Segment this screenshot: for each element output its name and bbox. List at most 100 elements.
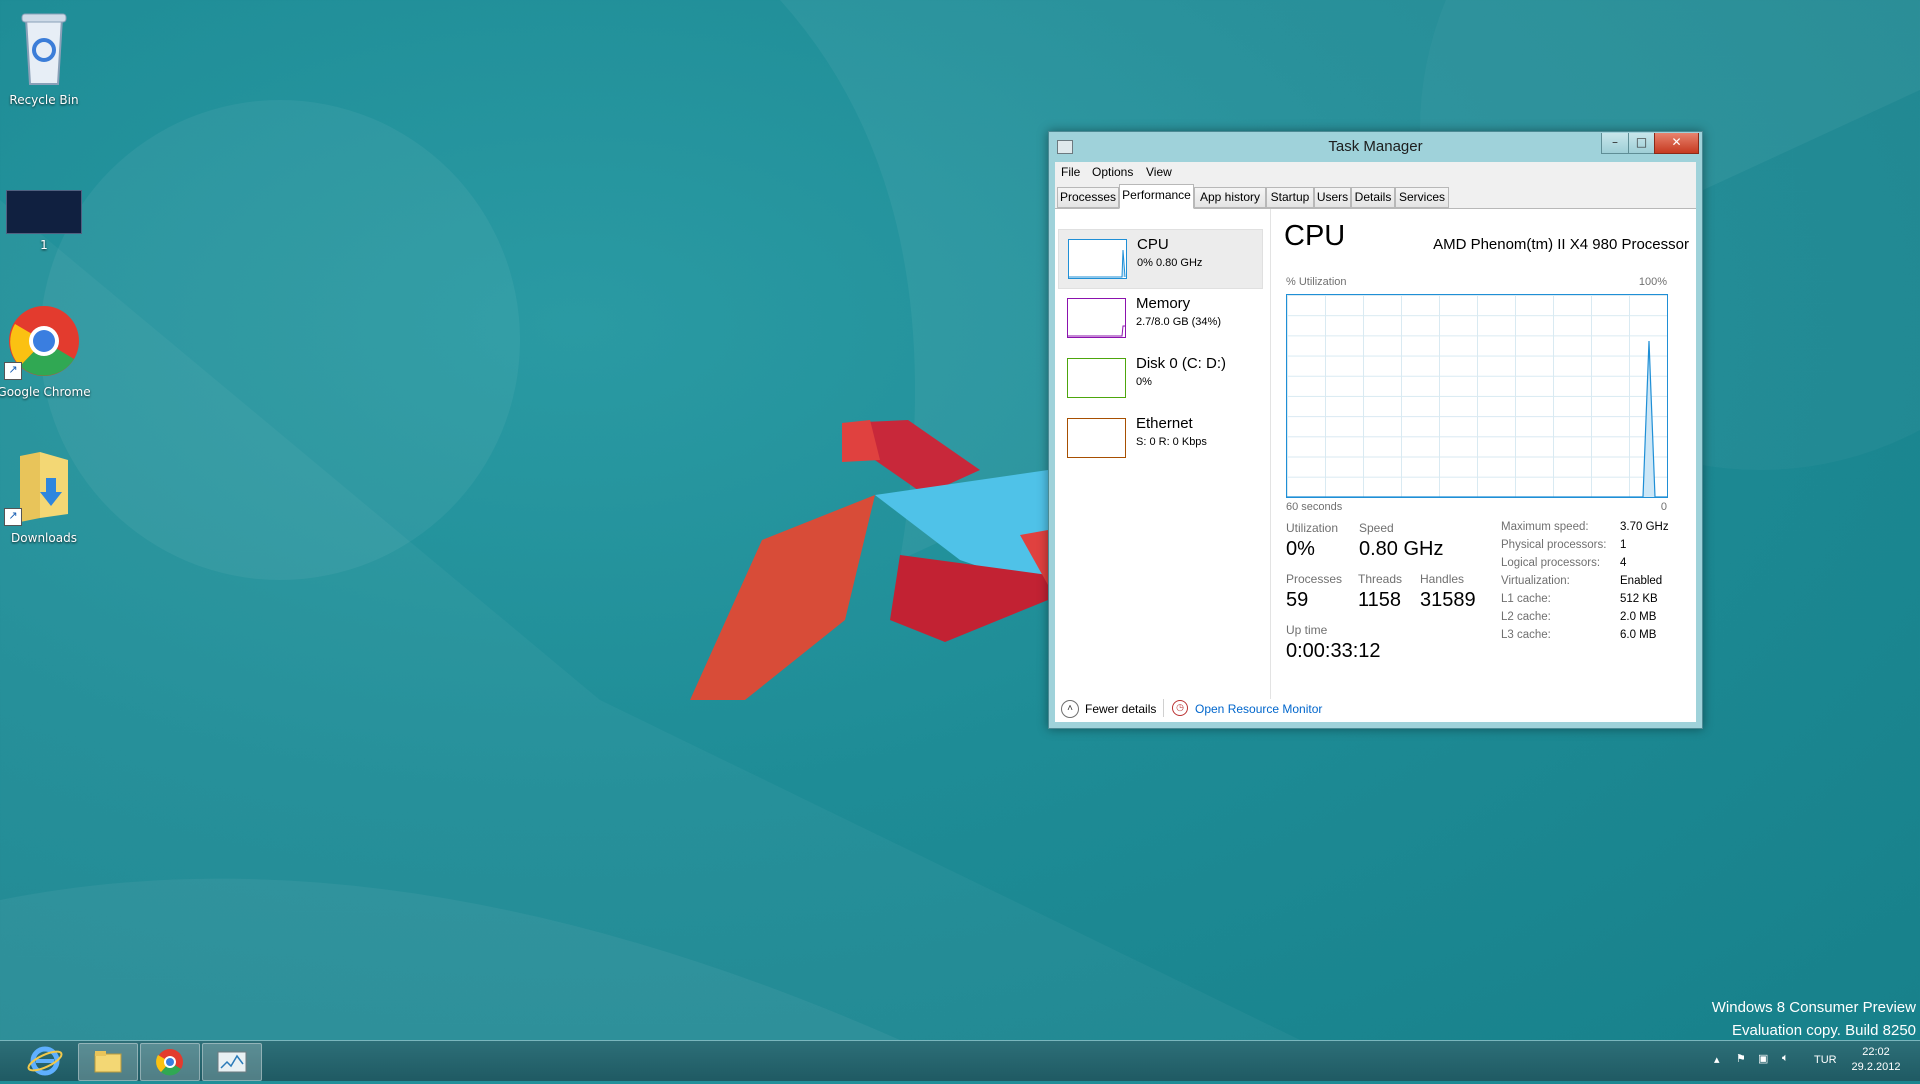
close-icon: ✕ bbox=[1671, 135, 1682, 149]
utilization-value: 0% bbox=[1286, 538, 1315, 560]
footer-bar: ˄ Fewer details ◷ Open Resource Monitor bbox=[1055, 699, 1696, 722]
tab-services[interactable]: Services bbox=[1395, 187, 1449, 208]
spec-label: Maximum speed: bbox=[1501, 521, 1589, 533]
resource-name: Memory bbox=[1136, 295, 1191, 312]
clock-time: 22:02 bbox=[1862, 1046, 1890, 1058]
file-explorer-icon bbox=[94, 1051, 122, 1073]
threads-value: 1158 bbox=[1358, 589, 1402, 611]
spec-value: Enabled bbox=[1620, 575, 1663, 587]
spec-label: Logical processors: bbox=[1501, 557, 1601, 569]
resource-name: CPU bbox=[1137, 236, 1169, 253]
menu-view[interactable]: View bbox=[1146, 165, 1172, 179]
spec-label: Virtualization: bbox=[1501, 575, 1570, 587]
cpu-model-name: AMD Phenom(tm) II X4 980 Processor bbox=[1433, 236, 1689, 253]
tab-details[interactable]: Details bbox=[1351, 187, 1395, 208]
fewer-details-link[interactable]: Fewer details bbox=[1085, 702, 1156, 716]
maximize-button[interactable]: □ bbox=[1628, 133, 1655, 154]
taskbar-task-manager[interactable] bbox=[202, 1043, 262, 1081]
tab-strip: Processes Performance App history Startu… bbox=[1055, 182, 1696, 209]
resource-detail: 0% 0.80 GHz bbox=[1137, 257, 1203, 269]
speed-value: 0.80 GHz bbox=[1359, 538, 1444, 560]
menu-options[interactable]: Options bbox=[1092, 165, 1133, 179]
cpu-detail-panel: CPU AMD Phenom(tm) II X4 980 Processor %… bbox=[1284, 209, 1689, 699]
chevron-up-icon[interactable]: ˄ bbox=[1061, 700, 1079, 718]
taskbar: ▴ ⚑ ▣ 🔈︎ TUR 22:02 29.2.2012 bbox=[0, 1040, 1920, 1081]
zero-axis-label: 0 bbox=[1660, 501, 1667, 513]
recycle-bin-label: Recycle Bin bbox=[9, 93, 79, 107]
tab-performance[interactable]: Performance bbox=[1119, 184, 1194, 209]
resource-detail: S: 0 R: 0 Kbps bbox=[1136, 436, 1207, 448]
downloads-label: Downloads bbox=[11, 531, 77, 545]
resource-monitor-icon[interactable]: ◷ bbox=[1172, 700, 1188, 716]
downloads-desktop-icon[interactable]: ↗ Downloads bbox=[0, 448, 92, 545]
spec-label: Physical processors: bbox=[1501, 539, 1607, 551]
spec-label: L1 cache: bbox=[1501, 593, 1551, 605]
taskbar-internet-explorer[interactable] bbox=[16, 1043, 74, 1079]
resource-name: Disk 0 (C: D:) bbox=[1136, 355, 1226, 372]
taskbar-google-chrome[interactable] bbox=[140, 1043, 200, 1081]
watermark-line-1: Windows 8 Consumer Preview bbox=[1711, 999, 1916, 1016]
os-watermark: Windows 8 Consumer Preview Evaluation co… bbox=[1712, 996, 1916, 1042]
resource-detail: 2.7/8.0 GB (34%) bbox=[1136, 316, 1221, 328]
spec-value: 2.0 MB bbox=[1620, 611, 1657, 623]
resource-detail: 0% bbox=[1136, 376, 1152, 388]
google-chrome-desktop-icon[interactable]: ↗ Google Chrome bbox=[0, 304, 92, 399]
threads-label: Threads bbox=[1358, 572, 1403, 586]
title-bar[interactable]: Task Manager – □ ✕ bbox=[1049, 132, 1702, 162]
maximize-icon: □ bbox=[1635, 135, 1648, 149]
task-manager-window: Task Manager – □ ✕ File Options View Pro… bbox=[1048, 131, 1703, 729]
resource-item-cpu[interactable]: CPU 0% 0.80 GHz bbox=[1058, 229, 1263, 289]
cpu-mini-graph bbox=[1068, 239, 1127, 279]
tab-processes[interactable]: Processes bbox=[1057, 187, 1119, 208]
show-hidden-icons-icon[interactable]: ▴ bbox=[1714, 1053, 1720, 1066]
google-chrome-icon bbox=[156, 1049, 183, 1076]
footer-divider bbox=[1163, 699, 1164, 717]
cpu-mini-graph-line bbox=[1069, 249, 1126, 278]
utilization-axis-label: % Utilization bbox=[1286, 276, 1347, 288]
uptime-label: Up time bbox=[1286, 623, 1328, 637]
shortcut-arrow-icon: ↗ bbox=[4, 508, 22, 526]
network-icon[interactable]: ▣ bbox=[1758, 1052, 1768, 1065]
close-button[interactable]: ✕ bbox=[1654, 133, 1699, 154]
clock-date: 29.2.2012 bbox=[1851, 1061, 1901, 1073]
spec-label: L3 cache: bbox=[1501, 629, 1551, 641]
volume-icon[interactable]: 🔈︎ bbox=[1782, 1052, 1789, 1065]
action-center-flag-icon[interactable]: ⚑ bbox=[1736, 1052, 1746, 1065]
max-axis-label: 100% bbox=[1638, 276, 1667, 288]
tab-users[interactable]: Users bbox=[1314, 187, 1351, 208]
clock[interactable]: 22:02 29.2.2012 bbox=[1850, 1046, 1902, 1073]
spec-value: 6.0 MB bbox=[1620, 629, 1657, 641]
spec-value: 4 bbox=[1620, 557, 1627, 569]
uptime-value: 0:00:33:12 bbox=[1286, 640, 1381, 662]
shortcut-arrow-icon: ↗ bbox=[4, 362, 22, 380]
ethernet-mini-graph bbox=[1067, 418, 1126, 458]
menu-file[interactable]: File bbox=[1061, 165, 1080, 179]
spec-value: 3.70 GHz bbox=[1620, 521, 1669, 533]
taskbar-file-explorer[interactable] bbox=[78, 1043, 138, 1081]
processes-label: Processes bbox=[1286, 572, 1343, 586]
minimize-button[interactable]: – bbox=[1601, 133, 1629, 154]
resource-item-disk[interactable]: Disk 0 (C: D:) 0% bbox=[1058, 349, 1261, 407]
input-language-indicator[interactable]: TUR bbox=[1814, 1054, 1837, 1066]
spec-value: 1 bbox=[1620, 539, 1627, 551]
chrome-label: Google Chrome bbox=[0, 385, 91, 399]
resource-name: Ethernet bbox=[1136, 415, 1193, 432]
system-tray: ▴ ⚑ ▣ 🔈︎ TUR 22:02 29.2.2012 bbox=[1710, 1041, 1920, 1081]
tab-app-history[interactable]: App history bbox=[1194, 187, 1266, 208]
minimize-icon: – bbox=[1612, 135, 1618, 149]
resource-item-ethernet[interactable]: Ethernet S: 0 R: 0 Kbps bbox=[1058, 409, 1261, 467]
detail-heading: CPU bbox=[1284, 220, 1346, 252]
file-label: 1 bbox=[40, 238, 48, 252]
spec-value: 512 KB bbox=[1620, 593, 1658, 605]
resource-item-memory[interactable]: Memory 2.7/8.0 GB (34%) bbox=[1058, 289, 1261, 347]
screenshot-file-desktop-icon[interactable]: 1 bbox=[0, 186, 92, 252]
recycle-bin-desktop-icon[interactable]: Recycle Bin bbox=[0, 6, 92, 107]
disk-mini-graph bbox=[1067, 358, 1126, 398]
handles-label: Handles bbox=[1420, 572, 1465, 586]
memory-mini-graph-line bbox=[1068, 325, 1125, 337]
tab-startup[interactable]: Startup bbox=[1266, 187, 1314, 208]
open-resource-monitor-link[interactable]: Open Resource Monitor bbox=[1195, 702, 1322, 716]
time-axis-label: 60 seconds bbox=[1286, 501, 1343, 513]
image-thumbnail-icon bbox=[6, 190, 82, 234]
resource-list: CPU 0% 0.80 GHz Memory 2.7/8.0 GB (34%) … bbox=[1055, 209, 1271, 699]
